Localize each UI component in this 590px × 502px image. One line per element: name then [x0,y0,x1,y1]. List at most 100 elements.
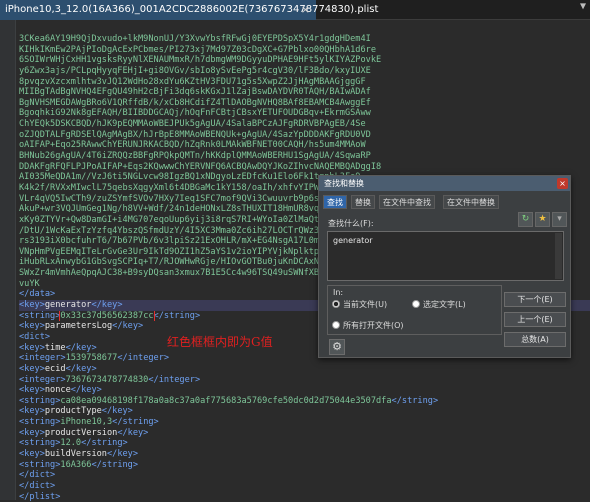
find-next-button[interactable]: 下一个(E) [504,292,566,307]
options-icon[interactable]: ▾ [552,212,567,227]
tab-list-dropdown-icon[interactable]: ▼ [580,1,586,12]
code-text: iHubRLxAnwybG1GbSvgSCPIq+T7/RJOWHwRGje/H… [19,257,330,268]
dialog-close-icon[interactable]: × [557,178,568,189]
code-token: </key> [106,448,139,459]
generator-value-highlight: 0x33c37d56562387cc [59,310,155,322]
tab-plist-file[interactable]: iPhone10,3_12.0(16A366)_001A2CDC2886002E… [0,0,378,20]
code-token: </integer> [148,374,201,385]
code-text: DDAKFgRFQFLPJPoAIFAP+Eqs2KQwwwChYERVNFQ6… [19,161,382,172]
code-token: parametersLog [44,321,113,332]
code-line: BgoqhkiG92Nk8gEFAQH/BIIBDDGCAQj/hOqFnFCB… [19,108,590,119]
code-token: </string> [81,438,128,449]
code-token: ca08ea09468198f178a0a8c37a0af775683a5769… [60,395,392,406]
code-token: nonce [44,385,71,396]
tab-find[interactable]: 查找 [323,195,347,209]
code-token: <integer> [19,374,66,385]
code-line: <string>iPhone10,3</string> [19,417,590,428]
code-token: generator [44,300,92,311]
code-text: xKy0ZTYVr+Qw8DamGI+i4MG707eqoUup6yij3i8r… [19,214,335,225]
code-token: <string> [19,395,61,406]
code-token: </key> [91,300,123,311]
dialog-tabs: 查找 替换 在文件中查找 在文件中替换 [323,195,568,209]
code-text: SWxZr4mVmhAeQpqAJC38+B9syDQsan3xmux7B1E5… [19,268,335,279]
tab-replace-in-files[interactable]: 在文件中替换 [443,195,499,209]
settings-gear-icon[interactable]: ⚙ [329,339,345,355]
code-line: <key>ecid</key> [19,364,590,375]
history-icon[interactable]: ↻ [518,212,533,227]
scope-group: In: 当前文件(U) 选定文字(L) 所有打开文件(O) [327,285,502,335]
code-token: <string> [19,417,61,428]
code-token: ecid [44,363,66,374]
dialog-title-bar[interactable]: 查找和替换 × [319,176,570,191]
tab-replace[interactable]: 替换 [351,195,375,209]
code-text: KIHkIKmEw2PAjPIoDgAcExPCbmes/PI273xj7Md9… [19,44,376,55]
radio-selection[interactable]: 选定文字(L) [412,300,466,310]
code-token: <string> [19,310,61,321]
code-line: <key>productVersion</key> [19,428,590,439]
code-token: <key> [19,448,45,459]
code-line: </dict> [19,470,590,481]
find-input-scrollbar[interactable] [555,233,562,279]
code-text: K4k2f/RVXxMIwclL75qebsXqgyXml6t4DBGaMc1k… [19,182,356,193]
code-token: </key> [70,385,102,396]
code-token: <key> [19,406,45,417]
code-token: 16A366 [60,459,92,470]
code-token: <key> [19,342,45,353]
radio-selection-label: 选定文字(L) [423,300,466,309]
find-prev-button[interactable]: 上一个(E) [504,312,566,327]
code-line: oZJQDTALFgRDSElQAgMAgBX/hJrBpE8MMAoWBENQ… [19,130,590,141]
tab-close-icon[interactable]: × [301,0,310,20]
radio-current-file[interactable]: 当前文件(U) [332,300,387,310]
code-token: </string> [391,395,439,406]
code-token: productVersion [44,427,118,438]
code-line: <integer>7367673478774830</integer> [19,375,590,386]
scope-title: In: [333,288,344,297]
code-token: 12.0 [60,438,82,449]
code-token: </key> [65,342,97,353]
annotation-text: 红色框框内即为G值 [167,335,273,349]
tab-bar: iPhone10,3_12.0(16A366)_001A2CDC2886002E… [0,0,590,20]
code-token: </string> [112,417,159,428]
code-token: 7367673478774830 [65,374,149,385]
code-token: iPhone10,3 [60,417,113,428]
code-token: </key> [65,363,97,374]
bookmark-icon[interactable]: ★ [535,212,550,227]
radio-unselected-icon [332,321,340,329]
code-token: <key> [19,427,45,438]
tab-find-in-files[interactable]: 在文件中查找 [379,195,435,209]
code-token: buildVersion [44,448,107,459]
code-line: BgNVHSMEGDAWgBRo6V1QRffdB/k/xCb8HCdifZ4T… [19,98,590,109]
code-token: 1539758677 [65,353,118,364]
code-text: /DtU/1WcKaExTzYzfq4YbszQSfmdUzY/4I5XC3Mm… [19,225,335,236]
code-token: time [44,342,66,353]
code-line: <key>buildVersion</key> [19,449,590,460]
code-line: 8pvqzvXzcxmlhtw3vJQ12WdHo28xdYu6KZtHV3FD… [19,77,590,88]
radio-all-open-label: 所有打开文件(O) [343,321,404,330]
code-token: <dict> [19,331,51,342]
code-token: <string> [19,438,61,449]
radio-selected-icon [332,300,340,308]
tab-title: iPhone10,3_12.0(16A366)_001A2CDC2886002E… [5,4,379,15]
code-token: </data> [19,289,56,300]
code-line: oAIFAP+Eqo25RAwwChYERUNJRKACBQD/hZqRnk0L… [19,140,590,151]
code-line: y6Zwx3ajs/PCLpqHyyqFEHjI+gi8OVGv/sbIo8yS… [19,66,590,77]
code-text: BgNVHSMEGDAWgBRo6V1QRffdB/k/xCb8HCdifZ4T… [19,97,371,108]
code-text: 3CKea6AY19H9QjDxvudo+lkM9NonUJ/Y3XvwYbsf… [19,34,371,44]
code-line: <string>ca08ea09468198f178a0a8c37a0af775… [19,396,590,407]
code-line: <string>12.0</string> [19,438,590,449]
find-input[interactable]: generator [327,231,564,281]
code-line: BHNub26gAgUA/4T6iZRQQzBBFgRPQkpQMTn/hKKd… [19,151,590,162]
code-token: <key> [19,321,45,332]
code-token: </dict> [19,470,56,481]
code-text: rs3193iX0bcfuhrT6/7b67PVb/6v3lpiSz21ExOH… [19,236,335,247]
radio-all-open[interactable]: 所有打开文件(O) [332,321,404,331]
count-button[interactable]: 总数(A) [504,332,566,347]
code-text: AkuP+wr3VQJUmGeg1Ng/h8VV+Wdf/24n1deHONxL… [19,204,335,215]
code-token: <integer> [19,353,66,364]
code-line: MIIBgTAdBgNVHQ4EFgQU49hH2cBjFi3dq6skKGxJ… [19,87,590,98]
dialog-title: 查找和替换 [324,179,364,188]
code-line: DDAKFgRFQFLPJPoAIFAP+Eqs2KQwwwChYERVNFQ6… [19,162,590,173]
code-token: <key> [19,363,45,374]
code-token: </key> [112,321,144,332]
dialog-icon-group: ↻ ★ ▾ [518,212,568,228]
